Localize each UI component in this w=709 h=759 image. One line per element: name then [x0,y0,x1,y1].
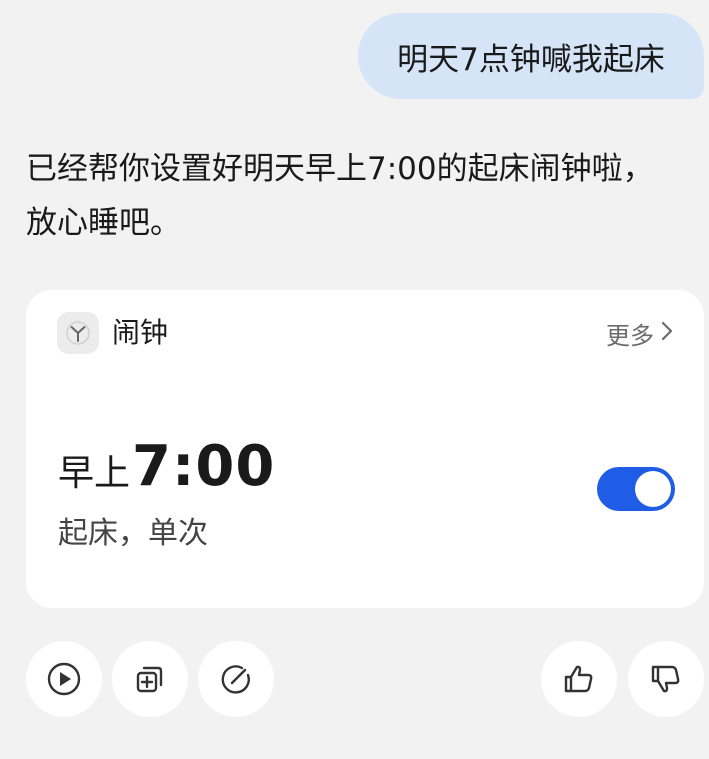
chevron-right-icon [660,320,674,346]
edit-button[interactable] [198,641,274,717]
alarm-card-title: 闹钟 [112,316,169,349]
thumbs-down-icon [648,661,684,697]
assistant-message-text: 已经帮你设置好明天早上7:00的起床闹钟啦，放心睡吧。 [26,151,654,241]
more-label: 更多 [606,321,654,350]
clock-app-icon [57,312,99,354]
thumbs-down-button[interactable] [628,641,704,717]
alarm-time-row: 早上 7:00 [58,434,275,499]
add-copy-icon [132,661,168,697]
alarm-time: 7:00 [132,434,276,499]
thumbs-up-icon [561,661,597,697]
add-copy-button[interactable] [112,641,188,717]
alarm-card: 闹钟 更多 早上 7:00 起床，单次 [26,290,704,608]
play-button[interactable] [26,641,102,717]
alarm-period: 早上 [58,453,131,494]
user-message-text: 明天7点钟喊我起床 [397,41,665,78]
play-icon [46,661,82,697]
alarm-toggle[interactable] [597,467,675,511]
more-link[interactable]: 更多 [606,312,674,354]
alarm-detail: 起床，单次 [58,516,208,551]
toggle-knob [635,471,671,507]
edit-icon [218,661,254,697]
user-message-bubble: 明天7点钟喊我起床 [358,13,704,99]
thumbs-up-button[interactable] [541,641,617,717]
